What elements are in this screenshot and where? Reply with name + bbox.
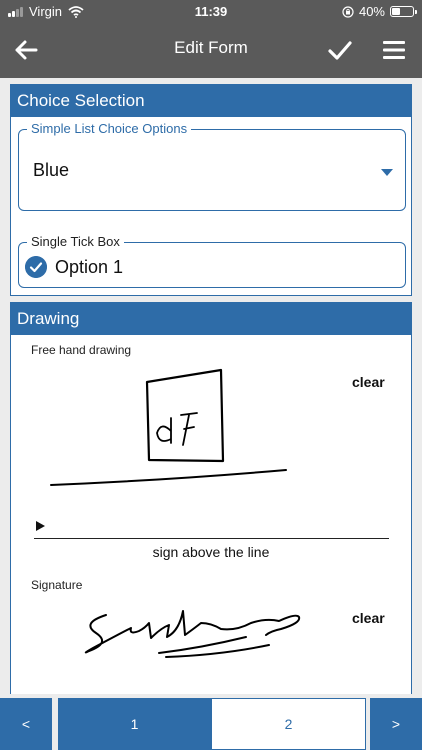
drawing-panel: Drawing Free hand drawing clear sign abo… xyxy=(10,302,412,694)
panel-title: Drawing xyxy=(11,303,411,335)
battery-icon xyxy=(390,6,417,17)
dropdown-value: Blue xyxy=(33,160,70,180)
panel-title: Choice Selection xyxy=(11,85,411,117)
page-2-button[interactable]: 2 xyxy=(211,698,366,750)
page-list: 1 2 xyxy=(58,698,366,750)
status-right: 40% xyxy=(342,4,417,19)
battery-percent: 40% xyxy=(358,4,385,19)
page-title: Edit Form xyxy=(174,38,248,57)
play-icon[interactable] xyxy=(36,521,45,531)
page-1-button[interactable]: 1 xyxy=(58,698,211,750)
orientation-lock-icon xyxy=(342,5,354,18)
tick-option-label: Option 1 xyxy=(55,257,124,277)
next-page-button[interactable]: > xyxy=(370,698,422,750)
sign-hint: sign above the line xyxy=(152,544,270,560)
signature-baseline xyxy=(34,538,389,539)
signature-label: Signature xyxy=(31,578,83,592)
caret-down-icon xyxy=(381,169,393,176)
checkmark-icon[interactable] xyxy=(326,36,354,64)
field-legend: Single Tick Box xyxy=(27,235,124,249)
previous-page-button[interactable]: < xyxy=(0,698,52,750)
status-bar: Virgin 11:39 40% xyxy=(0,0,422,24)
freehand-drawing-canvas[interactable] xyxy=(11,333,411,503)
hamburger-menu-icon[interactable] xyxy=(380,36,408,64)
checked-circle-icon[interactable] xyxy=(25,256,47,278)
signature-canvas[interactable] xyxy=(11,593,411,673)
simple-list-dropdown[interactable]: Simple List Choice Options Blue xyxy=(18,122,406,211)
single-tick-box[interactable]: Single Tick Box Option 1 xyxy=(18,235,406,288)
field-legend: Simple List Choice Options xyxy=(27,122,192,136)
pager-bar: < 1 2 > xyxy=(0,698,422,750)
choice-selection-panel: Choice Selection Simple List Choice Opti… xyxy=(10,84,412,296)
app-header: Edit Form xyxy=(0,24,422,78)
